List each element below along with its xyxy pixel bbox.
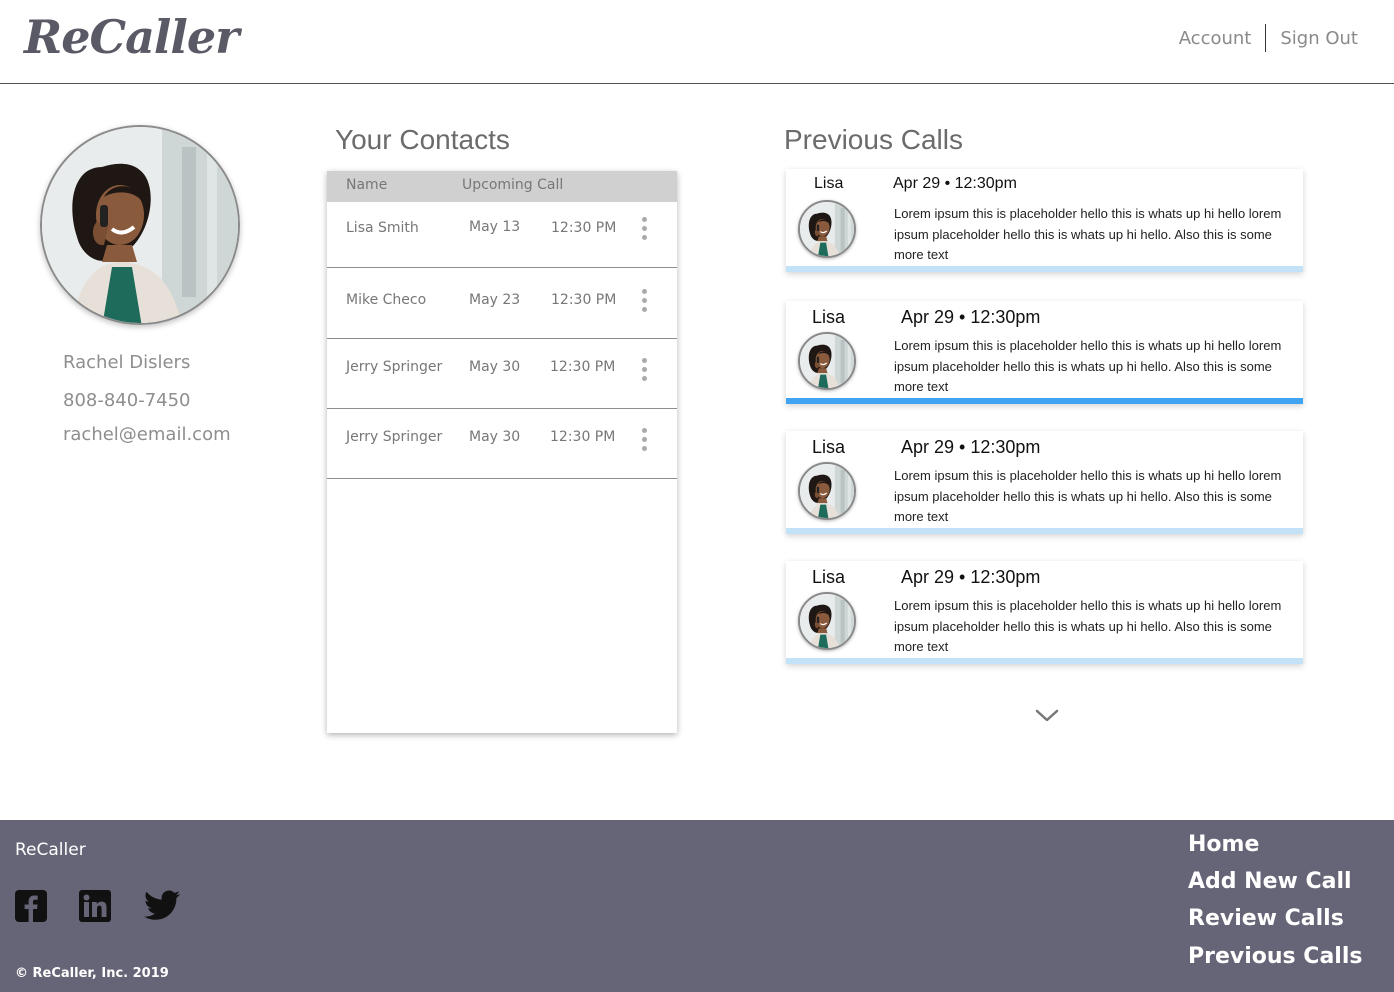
call-contact-name: Lisa xyxy=(812,437,846,457)
contact-row[interactable]: Jerry Springer May 30 12:30 PM xyxy=(327,339,677,409)
twitter-icon[interactable] xyxy=(143,890,181,922)
call-notes: Lorem ipsum this is placeholder hello th… xyxy=(894,206,1282,262)
column-header-upcoming: Upcoming Call xyxy=(462,177,564,193)
call-card-bar xyxy=(786,266,1303,272)
call-datetime: Apr 29 • 12:30pm xyxy=(901,437,1041,457)
contact-time: 12:30 PM xyxy=(551,292,617,308)
facebook-icon[interactable] xyxy=(15,890,47,922)
call-avatar xyxy=(798,462,856,520)
profile-email: rachel@email.com xyxy=(63,424,231,445)
footer-brand: ReCaller xyxy=(15,840,86,860)
call-datetime: Apr 29 • 12:30pm xyxy=(901,567,1041,587)
profile-phone: 808-840-7450 xyxy=(63,390,191,411)
contacts-table: Name Upcoming Call Lisa Smith May 13 12:… xyxy=(327,171,677,733)
call-avatar xyxy=(798,592,856,650)
calls-title: Previous Calls xyxy=(784,124,963,155)
call-datetime: Apr 29 • 12:30pm xyxy=(893,175,1017,192)
contact-date: May 30 xyxy=(469,359,521,375)
contact-row[interactable]: Lisa Smith May 13 12:30 PM xyxy=(327,202,677,268)
contact-name: Jerry Springer xyxy=(346,359,443,375)
contact-row[interactable]: Mike Checo May 23 12:30 PM xyxy=(327,268,677,339)
more-options-icon[interactable] xyxy=(641,217,647,240)
top-header: ReCaller Account Sign Out xyxy=(0,0,1394,84)
contact-name: Mike Checo xyxy=(346,292,427,308)
call-notes: Lorem ipsum this is placeholder hello th… xyxy=(894,468,1282,524)
call-card-bar xyxy=(786,658,1303,664)
call-card-bar xyxy=(786,398,1303,404)
top-nav: Account Sign Out xyxy=(1179,24,1358,52)
sign-out-link[interactable]: Sign Out xyxy=(1280,28,1358,49)
call-card-bar xyxy=(786,528,1303,534)
profile-avatar xyxy=(40,125,240,325)
contacts-table-header: Name Upcoming Call xyxy=(327,171,677,202)
contact-date: May 23 xyxy=(469,292,521,308)
contact-name: Lisa Smith xyxy=(346,220,419,236)
logo[interactable]: ReCaller xyxy=(24,10,239,64)
contact-time: 12:30 PM xyxy=(550,359,616,375)
call-contact-name: Lisa xyxy=(814,175,844,192)
call-card[interactable]: Lisa Apr 29 • 12:30pm Lorem ipsum this i… xyxy=(786,561,1303,664)
call-notes: Lorem ipsum this is placeholder hello th… xyxy=(894,598,1282,654)
copyright: © ReCaller, Inc. 2019 xyxy=(15,966,169,981)
call-card[interactable]: Lisa Apr 29 • 12:30pm Lorem ipsum this i… xyxy=(786,431,1303,534)
call-notes: Lorem ipsum this is placeholder hello th… xyxy=(894,338,1282,394)
footer-nav-previous-calls[interactable]: Previous Calls xyxy=(1188,944,1362,969)
profile-name: Rachel Dislers xyxy=(63,352,191,373)
column-header-name: Name xyxy=(346,177,388,193)
contacts-title: Your Contacts xyxy=(335,124,510,155)
account-link[interactable]: Account xyxy=(1179,28,1252,49)
call-card[interactable]: Lisa Apr 29 • 12:30pm Lorem ipsum this i… xyxy=(786,169,1303,272)
call-avatar xyxy=(798,200,856,258)
more-options-icon[interactable] xyxy=(641,358,647,381)
footer-nav-home[interactable]: Home xyxy=(1188,832,1259,857)
contact-date: May 30 xyxy=(469,429,521,445)
contact-name: Jerry Springer xyxy=(346,429,443,445)
call-contact-name: Lisa xyxy=(812,567,846,587)
call-card[interactable]: Lisa Apr 29 • 12:30pm Lorem ipsum this i… xyxy=(786,301,1303,404)
nav-divider xyxy=(1265,24,1267,52)
linkedin-icon[interactable] xyxy=(79,890,111,922)
more-options-icon[interactable] xyxy=(641,428,647,451)
footer-nav-review-calls[interactable]: Review Calls xyxy=(1188,906,1344,931)
call-contact-name: Lisa xyxy=(812,307,846,327)
contact-time: 12:30 PM xyxy=(551,220,617,236)
call-datetime: Apr 29 • 12:30pm xyxy=(901,307,1041,327)
footer-nav-add-new-call[interactable]: Add New Call xyxy=(1188,869,1352,894)
more-options-icon[interactable] xyxy=(641,289,647,312)
contact-date: May 13 xyxy=(469,219,521,235)
chevron-down-icon[interactable] xyxy=(1035,708,1059,724)
contact-time: 12:30 PM xyxy=(550,429,616,445)
footer: ReCaller © ReCaller, Inc. 2019 Home Add … xyxy=(0,820,1394,992)
contact-row[interactable]: Jerry Springer May 30 12:30 PM xyxy=(327,409,677,479)
call-avatar xyxy=(798,332,856,390)
